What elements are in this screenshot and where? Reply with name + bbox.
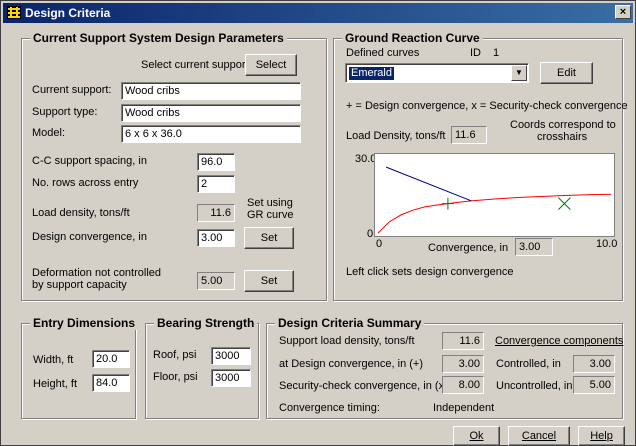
x-tick-left: 0: [376, 238, 383, 250]
chevron-down-icon[interactable]: ▼: [511, 65, 527, 81]
timing-label: Convergence timing:: [279, 402, 380, 414]
select-support-prompt: Select current support: [141, 59, 249, 71]
id-label: ID: [470, 47, 481, 59]
bearing-title: Bearing Strength: [154, 316, 258, 330]
controlled-readout: 3.00: [573, 355, 615, 373]
coords-note-1: Coords correspond to: [510, 119, 616, 131]
uncontrolled-label: Uncontrolled, in: [496, 380, 573, 392]
deformation-label-2: by support capacity: [32, 279, 127, 291]
entry-group: Entry Dimensions: [21, 316, 139, 419]
x-axis-label: Convergence, in: [428, 242, 509, 254]
floor-field[interactable]: 3000: [211, 369, 251, 387]
design-conv-field[interactable]: 3.00: [197, 229, 235, 247]
convergence-legend: + = Design convergence, x = Security-che…: [346, 100, 628, 112]
cc-spacing-label: C-C support spacing, in: [32, 155, 147, 167]
left-click-note: Left click sets design convergence: [346, 266, 514, 278]
defined-curves-label: Defined curves: [346, 47, 420, 59]
support-load-readout: 11.6: [442, 332, 484, 350]
design-criteria-window: Design Criteria × Current Support System…: [0, 0, 636, 446]
grc-load-density-label: Load Density, tons/ft: [346, 130, 446, 142]
set-using-note-1: Set using: [247, 197, 293, 209]
window-title: Design Criteria: [25, 6, 111, 20]
design-conv-set-button[interactable]: Set: [244, 227, 294, 249]
grc-chart[interactable]: [374, 153, 615, 237]
rows-field[interactable]: 2: [197, 175, 235, 193]
support-params-title: Current Support System Design Parameters: [30, 31, 287, 45]
convergence-components-link[interactable]: Convergence components: [495, 335, 623, 347]
curve-select[interactable]: Emerald ▼: [345, 63, 529, 83]
series-line-0: [377, 193, 612, 234]
width-label: Width, ft: [33, 354, 74, 366]
grc-title: Ground Reaction Curve: [342, 31, 483, 45]
load-density-readout: 11.6: [197, 204, 235, 222]
support-type-label: Support type:: [32, 106, 98, 118]
deformation-label-1: Deformation not controlled: [32, 267, 162, 279]
cancel-button[interactable]: Cancel: [508, 426, 570, 446]
curve-selected-value: Emerald: [349, 67, 394, 80]
load-density-label: Load density, tons/ft: [32, 207, 130, 219]
id-value: 1: [493, 47, 500, 59]
grc-load-density-readout: 11.6: [451, 126, 487, 144]
security-conv-readout: 8.00: [442, 376, 484, 394]
height-field[interactable]: 84.0: [92, 374, 130, 392]
current-support-field[interactable]: Wood cribs: [121, 82, 301, 100]
close-button[interactable]: ×: [615, 5, 631, 19]
x-tick-right: 10.0: [596, 238, 618, 250]
ok-button[interactable]: Ok: [453, 426, 500, 446]
deformation-readout: 5.00: [197, 272, 235, 290]
uncontrolled-readout: 5.00: [573, 376, 615, 394]
width-field[interactable]: 20.0: [92, 350, 130, 368]
y-tick-bottom: 0: [367, 228, 374, 240]
design-conv-label: Design convergence, in: [32, 231, 147, 243]
edit-button[interactable]: Edit: [540, 62, 593, 84]
title-bar[interactable]: Design Criteria ×: [3, 3, 633, 23]
height-label: Height, ft: [33, 378, 78, 390]
series-line-1: [385, 166, 472, 202]
summary-title: Design Criteria Summary: [275, 316, 425, 330]
design-convergence-marker: [441, 197, 454, 210]
design-conv-summary-readout: 3.00: [442, 355, 484, 373]
roof-label: Roof, psi: [153, 349, 197, 361]
rows-label: No. rows across entry: [32, 177, 139, 189]
select-button[interactable]: Select: [245, 54, 297, 76]
coords-note-2: crosshairs: [537, 131, 588, 143]
support-load-label: Support load density, tons/ft: [279, 335, 415, 347]
security-conv-label: Security-check convergence, in (x): [279, 380, 448, 392]
timing-value: Independent: [433, 402, 495, 414]
deformation-set-button[interactable]: Set: [244, 270, 294, 292]
support-params-group: Current Support System Design Parameters: [21, 31, 327, 301]
model-field[interactable]: 6 x 6 x 36.0: [121, 125, 301, 143]
grc-convergence-readout: 3.00: [515, 238, 553, 256]
grc-plot[interactable]: [375, 154, 614, 236]
set-using-note-2: GR curve: [247, 209, 294, 221]
design-conv-summary-label: at Design convergence, in (+): [279, 358, 423, 370]
current-support-label: Current support:: [32, 84, 112, 96]
cc-spacing-field[interactable]: 96.0: [197, 153, 235, 171]
support-type-field[interactable]: Wood cribs: [121, 104, 301, 122]
roof-field[interactable]: 3000: [211, 347, 251, 365]
model-label: Model:: [32, 127, 66, 139]
floor-label: Floor, psi: [153, 371, 198, 383]
entry-title: Entry Dimensions: [30, 316, 139, 330]
app-icon: [7, 6, 21, 19]
security-convergence-marker: [558, 197, 571, 210]
help-button[interactable]: Help: [578, 426, 625, 446]
controlled-label: Controlled, in: [496, 358, 561, 370]
